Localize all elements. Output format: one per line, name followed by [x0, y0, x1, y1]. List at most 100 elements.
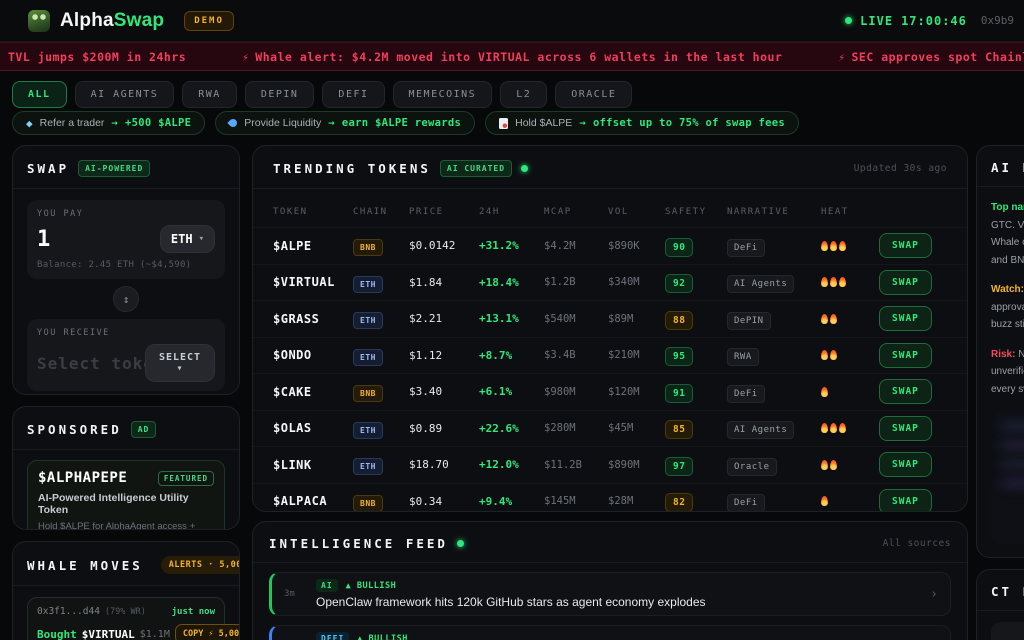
demo-badge: DEMO: [184, 11, 234, 31]
intel-feed-title: INTELLIGENCE FEED: [269, 536, 448, 551]
brand-swap: Swap: [114, 10, 164, 31]
chain-badge: ETH: [353, 422, 383, 439]
token-row[interactable]: $OLAS ETH $0.89 +22.6% $280M $45M 85 AI …: [253, 410, 967, 447]
promo-reward: offset up to 75% of swap fees: [593, 117, 785, 129]
updated-timestamp: Updated 30s ago: [854, 163, 947, 174]
promo-reward: earn $ALPE rewards: [342, 117, 461, 129]
whale-token: $VIRTUAL: [82, 628, 135, 640]
top-bar: AlphaSwap DEMO LIVE 17:00:46 0x9b9: [0, 0, 1024, 42]
ai-daily-brief-panel: AI DAILY Top narratives: GTC. VIRTUAL Wh…: [976, 145, 1024, 558]
row-swap-button[interactable]: SWAP: [879, 233, 932, 258]
row-swap-button[interactable]: SWAP: [879, 452, 932, 477]
token-row[interactable]: $LINK ETH $18.70 +12.0% $11.2B $890M 97 …: [253, 446, 967, 483]
sponsored-token-name: $ALPHAPEPE: [38, 470, 127, 486]
col-vol: VOL: [608, 207, 665, 217]
narrative-chip: DeFi: [727, 385, 765, 403]
token-row[interactable]: $GRASS ETH $2.21 +13.1% $540M $89M 88 De…: [253, 300, 967, 337]
row-swap-button[interactable]: SWAP: [879, 416, 932, 441]
heat-flames-icon: [821, 423, 879, 433]
col-price: PRICE: [409, 207, 479, 217]
live-dot-icon: [845, 17, 852, 24]
receipt-icon: [499, 118, 508, 129]
divider: [977, 610, 1024, 611]
bolt-icon: ⚡: [242, 51, 249, 64]
wallet-address[interactable]: 0x9b9: [981, 14, 1014, 27]
narrative-chip: Oracle: [727, 458, 777, 476]
divider: [253, 188, 967, 189]
live-label: LIVE: [860, 14, 893, 28]
pay-amount-input[interactable]: 1: [37, 227, 50, 252]
tab-memecoins[interactable]: MEMECOINS: [393, 81, 493, 108]
ct-post-card[interactable]: @Crypt: [991, 622, 1024, 640]
tab-oracle[interactable]: ORACLE: [555, 81, 632, 108]
feed-item[interactable]: 8m DEFI ▲ BULLISH Uniswap V4 hooks enabl…: [269, 625, 951, 640]
all-sources-filter[interactable]: All sources: [883, 538, 951, 549]
col-narrative: NARRATIVE: [727, 207, 821, 217]
row-swap-button[interactable]: SWAP: [879, 343, 932, 368]
tab-ai-agents[interactable]: AI AGENTS: [75, 81, 175, 108]
feed-item[interactable]: 3m AI ▲ BULLISH OpenClaw framework hits …: [269, 572, 951, 616]
chain-badge: ETH: [353, 276, 383, 293]
heat-flames-icon: [821, 277, 879, 287]
chain-badge: BNB: [353, 385, 383, 402]
brief-section: Watch: R approval buzz still: [991, 281, 1024, 334]
heat-flames-icon: [821, 387, 879, 397]
ticker-item: ⚡Whale alert: $4.2M moved into VIRTUAL a…: [242, 50, 782, 64]
pay-token-selector[interactable]: ETH▾: [160, 225, 215, 253]
ticker-item: TVL jumps $200M in 24hrs: [8, 50, 186, 64]
heat-flames-icon: [821, 350, 879, 360]
sentiment-badge: ▲ BULLISH: [357, 634, 408, 640]
liquidity-promo-pill[interactable]: Provide Liquidity → earn $ALPE rewards: [215, 111, 475, 135]
safety-score-badge: 91: [665, 384, 693, 403]
col-safety: SAFETY: [665, 207, 727, 217]
narrative-chip: AI Agents: [727, 421, 794, 439]
col-24h: 24H: [479, 207, 544, 217]
swap-panel: SWAPAI-POWERED YOU PAY 1 ETH▾ Balance: 2…: [12, 145, 240, 395]
chain-badge: ETH: [353, 312, 383, 329]
safety-score-badge: 92: [665, 274, 693, 293]
diamond-icon: ◆: [26, 118, 33, 129]
copy-trade-button[interactable]: COPY ⚡ 5,000/mo: [175, 624, 240, 640]
tab-rwa[interactable]: RWA: [182, 81, 237, 108]
feed-time: 3m: [284, 589, 304, 599]
select-token-dropdown[interactable]: SELECT ▾: [145, 344, 215, 382]
narrative-chip: DeFi: [727, 239, 765, 257]
token-row[interactable]: $VIRTUAL ETH $1.84 +18.4% $1.2B $340M 92…: [253, 264, 967, 301]
feed-headline: OpenClaw framework hits 120k GitHub star…: [316, 595, 706, 609]
token-row[interactable]: $CAKE BNB $3.40 +6.1% $980M $120M 91 DeF…: [253, 373, 967, 410]
whale-address: 0x3f1...d44: [37, 606, 100, 617]
whale-time: just now: [172, 607, 215, 617]
brand-alpha: Alpha: [60, 10, 114, 31]
ai-curated-badge: AI CURATED: [440, 160, 512, 177]
arrow-icon: →: [111, 117, 118, 129]
tab-l2[interactable]: L2: [500, 81, 547, 108]
tab-all[interactable]: ALL: [12, 81, 67, 108]
alerts-badge[interactable]: ALERTS · 5,000 $ALPE/mo: [161, 556, 240, 574]
col-token: TOKEN: [273, 207, 353, 217]
divider: [253, 562, 967, 563]
row-swap-button[interactable]: SWAP: [879, 379, 932, 404]
sponsored-tagline: AI-Powered Intelligence Utility Token: [38, 492, 214, 516]
heat-flames-icon: [821, 314, 879, 324]
brief-section: Risk: Ne unverified every sw: [991, 346, 1024, 399]
arrow-icon: →: [328, 117, 335, 129]
news-ticker: TVL jumps $200M in 24hrs ⚡Whale alert: $…: [0, 42, 1024, 71]
locked-content-preview[interactable]: [991, 412, 1024, 544]
hold-alpe-promo-pill[interactable]: Hold $ALPE → offset up to 75% of swap fe…: [485, 111, 799, 135]
row-swap-button[interactable]: SWAP: [879, 270, 932, 295]
swap-direction-button[interactable]: ↕: [113, 286, 139, 312]
narrative-chip: DeFi: [727, 494, 765, 512]
intelligence-feed-panel: INTELLIGENCE FEED All sources 3m AI ▲ BU…: [252, 521, 968, 640]
token-row[interactable]: $ALPACA BNB $0.34 +9.4% $145M $28M 82 De…: [253, 483, 967, 513]
token-row[interactable]: $ONDO ETH $1.12 +8.7% $3.4B $210M 95 RWA…: [253, 337, 967, 374]
row-swap-button[interactable]: SWAP: [879, 489, 932, 512]
token-row[interactable]: $ALPE BNB $0.0142 +31.2% $4.2M $890K 90 …: [253, 227, 967, 264]
whale-amount: $1.1M: [140, 629, 170, 640]
row-swap-button[interactable]: SWAP: [879, 306, 932, 331]
refer-promo-pill[interactable]: ◆ Refer a trader → +500 $ALPE: [12, 111, 205, 135]
sponsored-description: Hold $ALPE for AlphaAgent access + Alpha…: [38, 520, 214, 530]
you-pay-label: YOU PAY: [37, 209, 215, 219]
tab-depin[interactable]: DEPIN: [245, 81, 315, 108]
tab-defi[interactable]: DEFI: [322, 81, 384, 108]
sponsored-card[interactable]: $ALPHAPEPE FEATURED AI-Powered Intellige…: [27, 460, 225, 530]
